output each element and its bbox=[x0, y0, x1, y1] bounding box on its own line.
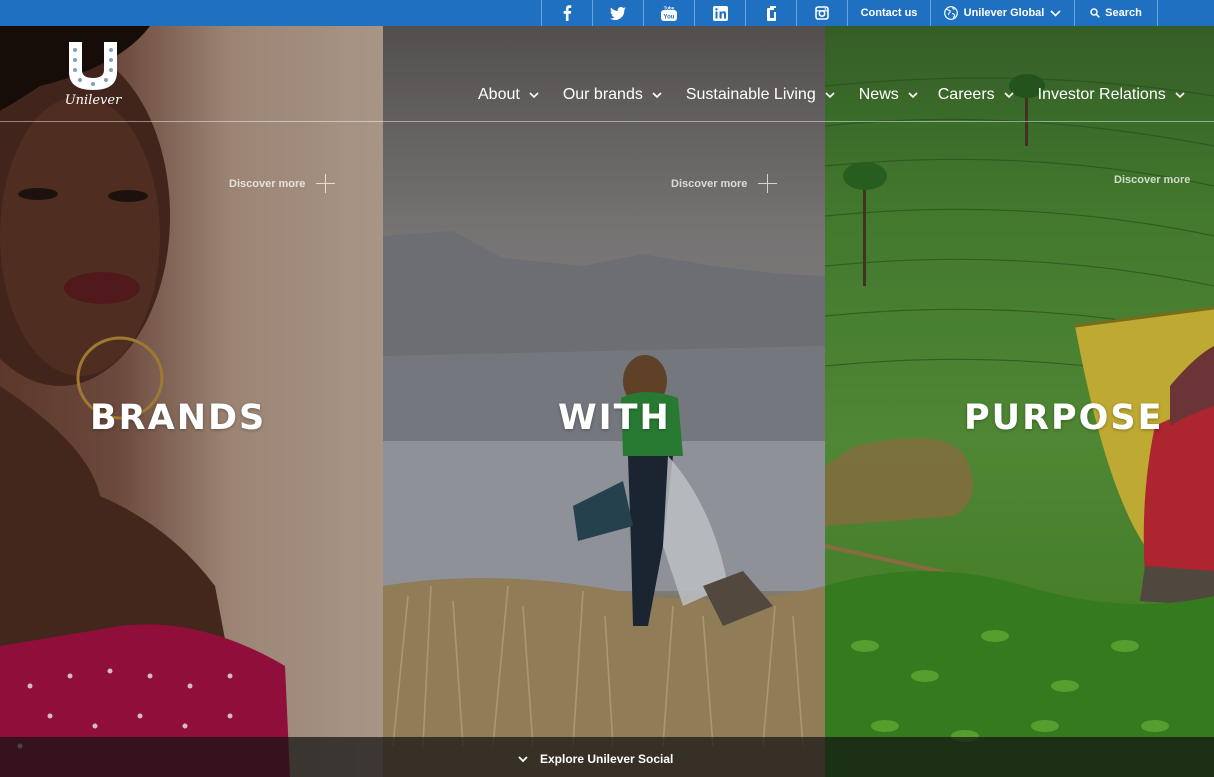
globe-icon bbox=[943, 6, 958, 20]
nav-item-investor-relations[interactable]: Investor Relations bbox=[1038, 86, 1185, 104]
discover-more-label: Discover more bbox=[671, 177, 748, 190]
nav-item-label: Sustainable Living bbox=[685, 86, 816, 103]
unilever-u-icon bbox=[69, 42, 117, 90]
twitter-icon bbox=[610, 6, 626, 20]
chevron-down-icon bbox=[652, 91, 662, 98]
instagram-icon bbox=[815, 6, 829, 20]
explore-social-label: Explore Unilever Social bbox=[540, 752, 674, 766]
chevron-down-icon bbox=[1004, 91, 1014, 98]
nav-item-our-brands[interactable]: Our brands bbox=[563, 86, 662, 104]
instagram-link[interactable] bbox=[796, 0, 847, 26]
region-label: Unilever Global bbox=[963, 7, 1045, 19]
search-label: Search bbox=[1105, 7, 1142, 19]
svg-text:You: You bbox=[664, 14, 675, 20]
contact-us-link[interactable]: Contact us bbox=[847, 0, 930, 26]
nav-item-about[interactable]: About bbox=[478, 86, 539, 104]
utility-links: You Tube Contact us Unilever Global Searc… bbox=[541, 0, 1158, 26]
explore-social-link[interactable]: Explore Unilever Social bbox=[518, 752, 673, 766]
linkedin-link[interactable] bbox=[694, 0, 745, 26]
discover-more-label: Discover more bbox=[1114, 174, 1191, 186]
unilever-logo[interactable]: Unilever bbox=[60, 40, 126, 112]
youtube-icon: You Tube bbox=[661, 5, 677, 21]
nav-item-sustainable-living[interactable]: Sustainable Living bbox=[686, 86, 835, 104]
glassdoor-icon bbox=[767, 5, 776, 21]
hero-heading-purpose: PURPOSE bbox=[964, 398, 1164, 438]
twitter-link[interactable] bbox=[592, 0, 643, 26]
facebook-icon bbox=[563, 5, 572, 21]
plus-icon bbox=[758, 174, 778, 193]
nav-item-label: Investor Relations bbox=[1037, 86, 1166, 103]
hero-heading-with: WITH bbox=[558, 398, 671, 438]
linkedin-icon bbox=[712, 5, 728, 21]
chevron-down-icon bbox=[1175, 91, 1185, 98]
nav-item-careers[interactable]: Careers bbox=[938, 86, 1014, 104]
nav-item-news[interactable]: News bbox=[859, 86, 918, 104]
facebook-link[interactable] bbox=[541, 0, 592, 26]
chevron-down-icon bbox=[518, 755, 528, 762]
chevron-down-icon bbox=[1050, 9, 1061, 17]
search-icon bbox=[1090, 8, 1101, 18]
discover-more-link-with[interactable]: Discover more bbox=[671, 174, 778, 193]
discover-more-label: Discover more bbox=[229, 177, 306, 190]
youtube-link[interactable]: You Tube bbox=[643, 0, 694, 26]
chevron-down-icon bbox=[908, 91, 918, 98]
discover-more-link-purpose[interactable]: Discover more bbox=[1114, 174, 1190, 186]
chevron-down-icon bbox=[529, 91, 539, 98]
contact-us-label: Contact us bbox=[860, 7, 918, 19]
utility-bar: You Tube Contact us Unilever Global Searc… bbox=[0, 0, 1214, 26]
nav-item-label: News bbox=[858, 86, 899, 103]
nav-item-label: Careers bbox=[937, 86, 995, 103]
search-button[interactable]: Search bbox=[1074, 0, 1158, 26]
chevron-down-icon bbox=[825, 91, 835, 98]
nav-item-label: About bbox=[478, 86, 520, 103]
discover-more-link-brands[interactable]: Discover more bbox=[229, 174, 336, 193]
region-selector[interactable]: Unilever Global bbox=[930, 0, 1074, 26]
main-nav: About Our brands Sustainable Living News… bbox=[478, 86, 1209, 104]
nav-item-label: Our brands bbox=[562, 86, 643, 103]
plus-icon bbox=[316, 174, 336, 193]
logo-wordmark: Unilever bbox=[64, 93, 122, 108]
svg-text:Tube: Tube bbox=[664, 5, 675, 10]
hero-heading-brands: BRANDS bbox=[90, 398, 267, 438]
glassdoor-link[interactable] bbox=[745, 0, 796, 26]
header-divider bbox=[0, 121, 1214, 122]
